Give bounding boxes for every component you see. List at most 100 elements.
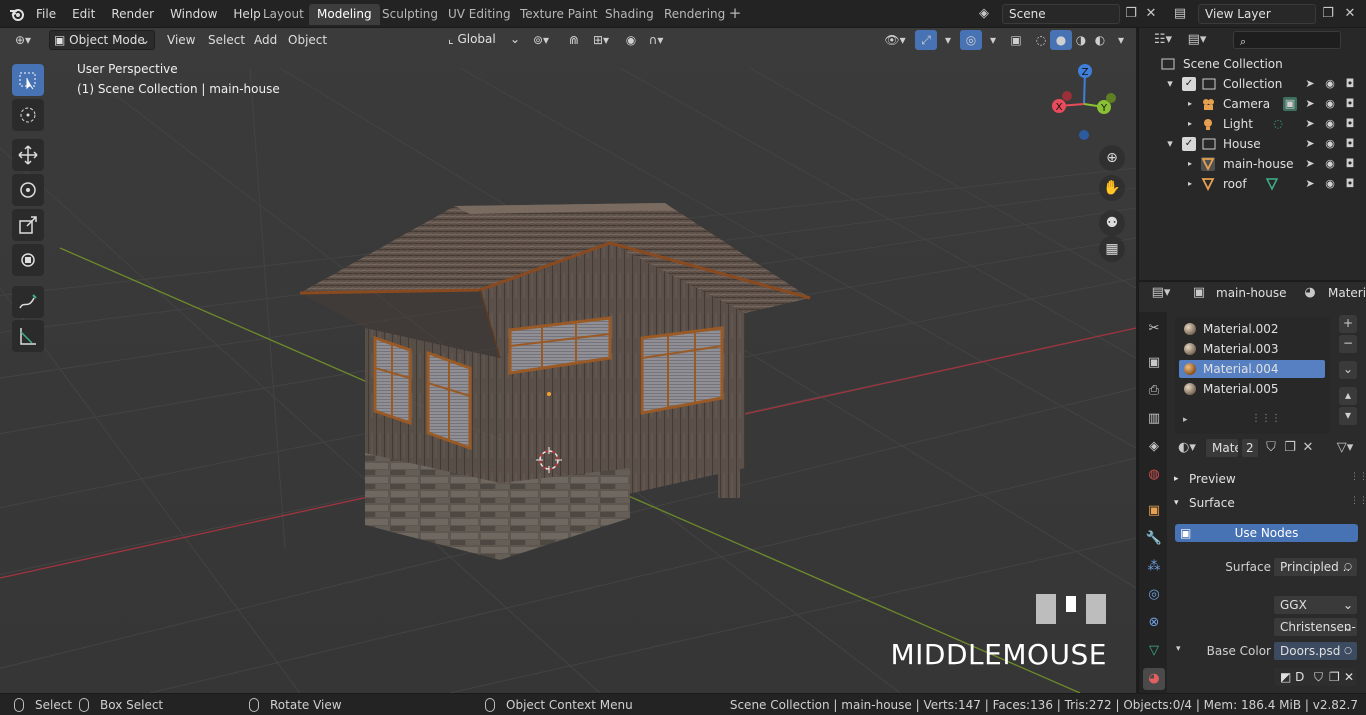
eye-icon[interactable]: ◉ [1323, 157, 1337, 171]
menu-window[interactable]: Window [162, 0, 225, 28]
outliner-row-house[interactable]: ▾ ✓ House ➤ ◉ ◘ [1139, 134, 1366, 154]
pan-hand-icon[interactable]: ✋ [1099, 175, 1125, 201]
orientation-dropdown[interactable]: ⌞ Global ⌄ [444, 30, 522, 50]
base-color-field[interactable]: Doors.psd ○ [1273, 641, 1358, 661]
camera-render-icon[interactable]: ◘ [1343, 177, 1357, 191]
3d-viewport[interactable]: ⊕▾ ▣ Object Mode ⌄ View Select Add Objec… [0, 28, 1136, 693]
tab-shading[interactable]: Shading [597, 4, 662, 25]
rendered-shading-icon[interactable]: ◐ [1089, 30, 1111, 50]
view-layer-icon[interactable]: ▤ [1170, 4, 1190, 24]
link-mode-icon[interactable]: ▽▾ [1329, 438, 1361, 458]
view-layer-close-icon[interactable]: ✕ [1340, 4, 1360, 24]
tab-modeling[interactable]: Modeling [309, 4, 380, 25]
material-slot[interactable]: Material.002 [1179, 320, 1325, 338]
select-arrow-icon[interactable]: ➤ [1303, 157, 1317, 171]
camera-view-icon[interactable]: ⚉ [1099, 210, 1125, 236]
overlays-dropdown-icon[interactable]: ▾ [982, 30, 1004, 50]
scene-copy-icon[interactable]: ❐ [1121, 4, 1141, 24]
outliner-row-main-house[interactable]: ▸ main-house ➤ ◉ ◘ [1139, 154, 1366, 174]
tab-sculpting[interactable]: Sculpting [374, 4, 446, 25]
select-arrow-icon[interactable]: ➤ [1303, 77, 1317, 91]
duplicate-material-icon[interactable]: ❐ [1280, 438, 1300, 458]
falloff-icon[interactable]: ∩▾ [645, 30, 667, 50]
xray-toggle-icon[interactable]: ▣ [1005, 30, 1027, 50]
expand-arrow-icon[interactable]: ▸ [1183, 97, 1197, 111]
menu-edit[interactable]: Edit [64, 0, 103, 28]
eye-icon[interactable]: ◉ [1323, 117, 1337, 131]
particles-tab-icon[interactable]: ⁂ [1143, 556, 1165, 578]
gizmo-toggle-icon[interactable]: ⤢ [915, 30, 937, 50]
snap-target-icon[interactable]: ⊞▾ [590, 30, 612, 50]
camera-render-icon[interactable]: ◘ [1343, 117, 1357, 131]
material-browse-icon[interactable]: ◐▾ [1177, 438, 1197, 458]
surface-shader-field[interactable]: Principled .. ○ [1273, 557, 1358, 577]
mesh-data-icon[interactable] [1265, 177, 1279, 191]
list-expand-icon[interactable]: ▸ [1183, 415, 1188, 425]
tab-uv-editing[interactable]: UV Editing [440, 4, 519, 25]
image-datablock-field[interactable]: ◩ D ⛉ ❐ ✕ [1273, 667, 1358, 687]
eye-icon[interactable]: ◉ [1323, 77, 1337, 91]
outliner-row-collection[interactable]: ▾ ✓ Collection ➤ ◉ ◘ [1139, 74, 1366, 94]
tab-layout[interactable]: Layout [255, 4, 312, 25]
add-slot-button[interactable]: + [1339, 315, 1357, 333]
camera-render-icon[interactable]: ◘ [1343, 137, 1357, 151]
checkbox-icon[interactable]: ✓ [1182, 77, 1196, 91]
menu-render[interactable]: Render [103, 0, 162, 28]
use-nodes-button[interactable]: ▣ Use Nodes [1175, 524, 1358, 542]
blender-logo-icon[interactable] [8, 5, 26, 23]
scene-icon[interactable]: ◈ [974, 4, 994, 24]
mode-dropdown[interactable]: ▣ Object Mode ⌄ [49, 30, 155, 50]
outliner-row-camera[interactable]: ▸ Camera ▣ ➤ ◉ ◘ [1139, 94, 1366, 114]
subsurface-method-dropdown[interactable]: Christensen-... ⌄ [1273, 617, 1358, 637]
eye-icon[interactable]: ◉ [1323, 97, 1337, 111]
zoom-icon[interactable]: ⊕ [1099, 145, 1125, 171]
scene-name-field[interactable]: Scene [1002, 4, 1120, 24]
tab-rendering[interactable]: Rendering [656, 4, 733, 25]
camera-render-icon[interactable]: ◘ [1343, 77, 1357, 91]
output-tab-icon[interactable]: ⎙ [1143, 380, 1165, 402]
move-slot-down-button[interactable]: ▾ [1339, 407, 1357, 425]
properties-editor-icon[interactable]: ▤▾ [1151, 283, 1171, 303]
checkbox-icon[interactable]: ✓ [1182, 137, 1196, 151]
gizmo-dropdown-icon[interactable]: ▾ [937, 30, 959, 50]
snap-icon[interactable]: ⋒ [563, 30, 585, 50]
render-tab-icon[interactable]: ▣ [1143, 352, 1165, 374]
view-layer-tab-icon[interactable]: ▥ [1143, 408, 1165, 430]
select-box-tool[interactable] [12, 64, 44, 96]
preview-panel-header[interactable]: ▸ Preview [1169, 468, 1365, 490]
camera-render-icon[interactable]: ◘ [1343, 97, 1357, 111]
drag-handle-icon[interactable]: ⋮⋮ [1350, 472, 1366, 482]
pivot-point-icon[interactable]: ⊚▾ [530, 30, 552, 50]
ortho-grid-icon[interactable]: ▦ [1099, 236, 1125, 262]
constraints-tab-icon[interactable]: ⊗ [1143, 612, 1165, 634]
expand-arrow-icon[interactable]: ▾ [1163, 77, 1177, 91]
eye-icon[interactable]: ◉ [1323, 137, 1337, 151]
navigation-gizmo[interactable]: Z X Y [1045, 60, 1125, 140]
light-data-icon[interactable]: ◌ [1271, 117, 1285, 131]
transform-tool[interactable] [12, 244, 44, 276]
proportional-edit-icon[interactable]: ◉ [620, 30, 642, 50]
surface-panel-header[interactable]: ▾ Surface [1169, 492, 1365, 514]
view-layer-field[interactable]: View Layer [1198, 4, 1316, 24]
camera-render-icon[interactable]: ◘ [1343, 157, 1357, 171]
material-slot[interactable]: Material.005 [1179, 380, 1325, 398]
physics-tab-icon[interactable]: ◎ [1143, 584, 1165, 606]
material-tab-icon[interactable]: ◕ [1143, 668, 1165, 690]
camera-data-icon[interactable]: ▣ [1283, 97, 1297, 111]
tab-texture-paint[interactable]: Texture Paint [512, 4, 605, 25]
object-tab-icon[interactable]: ▣ [1143, 500, 1165, 522]
menu-file[interactable]: File [28, 0, 64, 28]
distribution-dropdown[interactable]: GGX ⌄ [1273, 595, 1358, 615]
measure-tool[interactable] [12, 320, 44, 352]
slot-specials-button[interactable]: ⌄ [1339, 361, 1357, 379]
select-menu[interactable]: Select [202, 30, 251, 50]
expand-arrow-icon[interactable]: ▸ [1183, 117, 1197, 131]
outliner-editor-icon[interactable]: ☷▾ [1153, 30, 1173, 50]
view-menu[interactable]: View [161, 30, 201, 50]
outliner-root[interactable]: Scene Collection [1139, 54, 1366, 74]
world-tab-icon[interactable]: ◍ [1143, 464, 1165, 486]
outliner-row-light[interactable]: ▸ Light ◌ ➤ ◉ ◘ [1139, 114, 1366, 134]
move-slot-up-button[interactable]: ▴ [1339, 387, 1357, 405]
list-resize-handle-icon[interactable]: ⋮⋮⋮ [1251, 413, 1281, 424]
shading-options-icon[interactable]: ▾ [1110, 30, 1132, 50]
